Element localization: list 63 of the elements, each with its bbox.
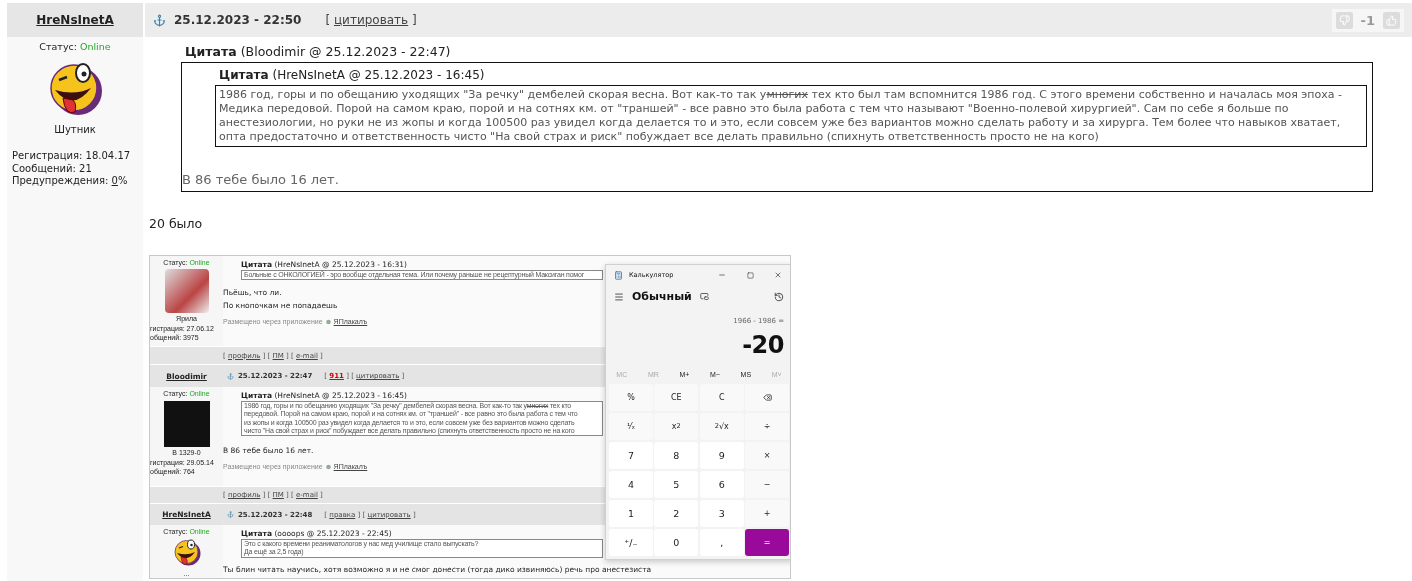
reply-text: В 86 тебе было 16 лет.	[182, 172, 340, 187]
calculator-key[interactable]: 9	[699, 441, 744, 469]
result-display: -20	[741, 329, 785, 359]
rating-score: -1	[1360, 12, 1375, 28]
quote-text: 1986 год, горы и по обещанию уходящих "За речку" дембелей скорая весна. Вот как-то так умногих тех кто был там вспомнится 1986 год. С этого времени собственно и началась моя эпоха - Медика передовой. Порой на самом краю, порой и на сотнях км. от "траншей" - все равно это была работа с тем что называют "Военно-полевой хирургией". Сам по себе я больше по анестезиологии, но руки не из жопы и когда 100500 раз увидел когда делается то и это, если совсем уже без вариантов можно сделать работу и за хирурга. Тем более что навыков хватает, опта предостаточно и ответственность чисто "На свой страх и риск" побуждает все делать правильно (спихнуть ответственность просто не на кого)	[215, 85, 1367, 147]
maximize-icon	[746, 271, 754, 279]
thumbs-down-button[interactable]	[1335, 11, 1353, 29]
thumbs-down-icon	[1338, 14, 1350, 26]
calculator-key[interactable]: ⁺∕₋	[609, 528, 653, 556]
calculator-key[interactable]: 1	[609, 499, 653, 527]
calculator-key[interactable]: ,	[699, 528, 744, 556]
avatar-image	[163, 401, 210, 447]
calculator-key[interactable]: CE	[654, 383, 699, 411]
app-icon	[325, 463, 331, 470]
calculator-key[interactable]: +	[745, 499, 789, 527]
photo-placeholder	[164, 269, 209, 313]
calculator-key[interactable]: 4	[609, 470, 653, 498]
thumbs-up-button[interactable]	[1383, 11, 1400, 29]
bracket-text: ]	[410, 13, 417, 27]
calculator-key[interactable]: ÷	[745, 412, 789, 440]
mode-title: Обычный	[632, 290, 692, 304]
calculator-key[interactable]: 6	[699, 470, 744, 498]
history-button[interactable]	[774, 291, 784, 302]
backspace-icon	[762, 392, 772, 402]
user-stat: Предупреждения: 0%	[12, 175, 129, 188]
calculator-key[interactable]: =	[745, 528, 789, 556]
close-icon	[774, 271, 782, 279]
post-date: 25.12.2023 - 22:50	[174, 13, 302, 27]
history-icon	[774, 291, 784, 302]
calculator-key[interactable]: −	[745, 470, 789, 498]
quote-title: Цитата (HreNsInetA @ 25.12.2023 - 16:45)	[219, 68, 486, 82]
user-stat: Сообщений: 21	[12, 162, 93, 175]
calculator-key[interactable]: 8	[654, 441, 699, 469]
calculator-key[interactable]: 7	[609, 441, 653, 469]
minimize-icon	[718, 271, 726, 279]
smiley-avatar	[171, 538, 202, 568]
calculator-key[interactable]: %	[609, 383, 653, 411]
calculator-key[interactable]: ¹⁄ₓ	[609, 412, 653, 440]
anchor-icon	[227, 511, 234, 518]
calculator-key[interactable]: 2	[654, 499, 699, 527]
calculator-key[interactable]: C	[699, 383, 744, 411]
quote-title: Цитата (Bloodimir @ 25.12.2023 - 22:47)	[185, 44, 452, 59]
calculator-key[interactable]: 0	[654, 528, 699, 556]
app-icon	[325, 318, 331, 325]
menu-button[interactable]	[614, 291, 624, 302]
calculator-key[interactable]: 3	[699, 499, 744, 527]
anchor-icon	[227, 372, 234, 380]
calculator-key[interactable]: ×	[745, 441, 789, 469]
anchor-icon	[153, 13, 166, 27]
keep-on-top-button[interactable]	[699, 292, 709, 302]
warnings-link[interactable]: 0	[111, 175, 118, 186]
calculator-key[interactable]: 5	[654, 470, 699, 498]
user-rank: Шутник	[54, 124, 96, 135]
user-stat: Регистрация: 18.04.17	[12, 150, 132, 163]
backspace-button[interactable]	[745, 383, 789, 411]
keep-on-top-icon	[699, 292, 709, 302]
action-link[interactable]: цитировать	[333, 13, 409, 27]
message-text: 20 было	[149, 216, 204, 231]
thumbs-up-icon	[1386, 14, 1397, 26]
bracket-text: [	[325, 13, 332, 27]
menu-icon	[614, 291, 624, 302]
status-text: Статус: Online	[39, 41, 111, 52]
calculator-icon	[614, 270, 623, 280]
